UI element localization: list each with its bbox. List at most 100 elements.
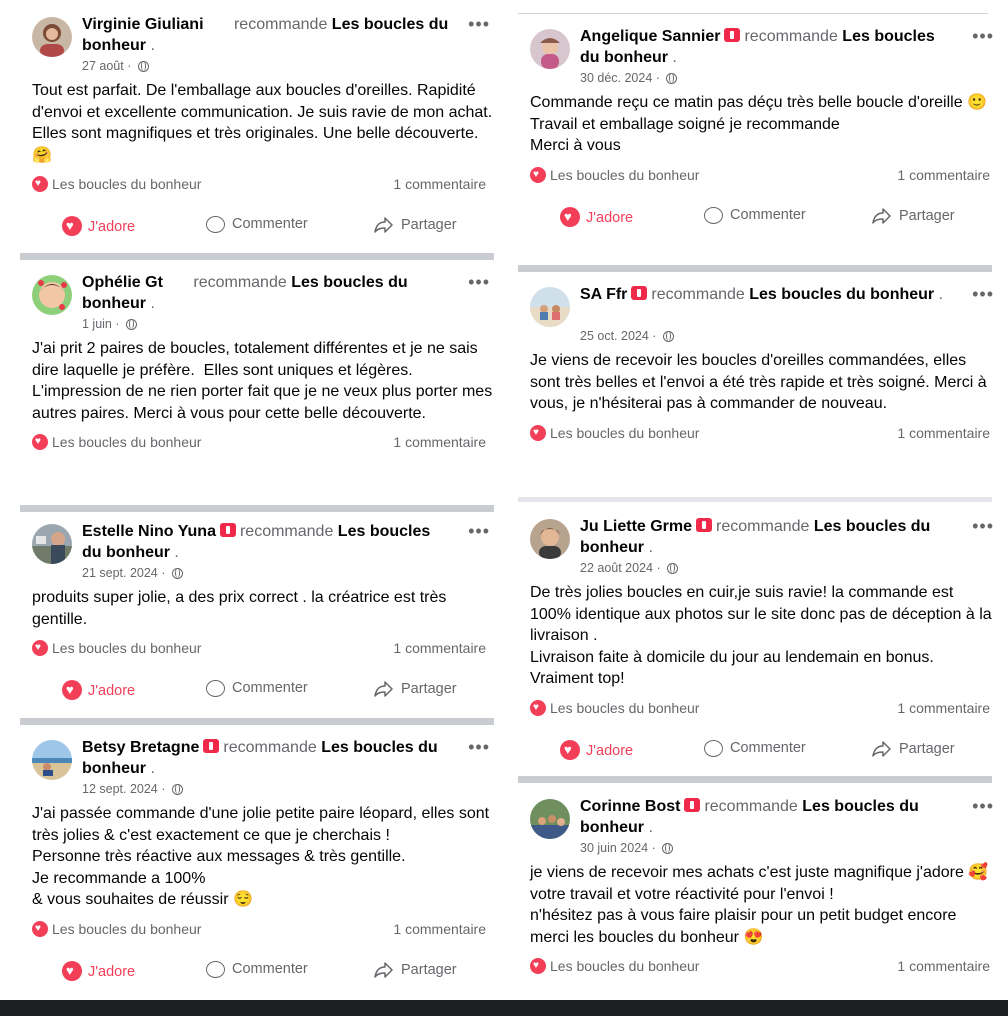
comment-button[interactable]: Commenter: [206, 960, 308, 978]
post-stats: Les boucles du bonheur 1 commentaire: [518, 699, 998, 720]
love-button[interactable]: J'adore: [560, 206, 633, 227]
share-button[interactable]: Partager: [872, 207, 955, 225]
author-name[interactable]: Estelle Nino Yuna: [82, 523, 216, 540]
post-stats: Les boucles du bonheur 1 commentaire: [518, 424, 998, 445]
author-name[interactable]: Corinne Bost: [580, 798, 680, 815]
post-title-line: Corinne Bost recommande Les boucles du bo…: [580, 798, 919, 836]
more-options-icon[interactable]: •••: [972, 285, 994, 303]
comment-count[interactable]: 1 commentaire: [897, 958, 990, 974]
recommends-text: recommande: [716, 518, 810, 535]
review-post: Virginie Giuliani recommande Les boucles…: [20, 14, 494, 248]
more-options-icon[interactable]: •••: [468, 273, 490, 291]
timestamp-link[interactable]: 22 août 2024: [580, 561, 653, 575]
reaction-page[interactable]: Les boucles du bonheur: [550, 958, 699, 974]
share-button[interactable]: Partager: [374, 961, 457, 979]
avatar[interactable]: [530, 519, 570, 559]
reaction-page[interactable]: Les boucles du bonheur: [52, 640, 201, 656]
love-button[interactable]: J'adore: [62, 680, 135, 700]
comment-label: Commenter: [232, 680, 308, 696]
post-title-line: Ju Liette Grme recommande Les boucles du …: [580, 518, 931, 556]
avatar[interactable]: [32, 17, 72, 57]
globe-icon: [667, 563, 679, 574]
comment-count[interactable]: 1 commentaire: [897, 425, 990, 441]
timestamp-link[interactable]: 1 juin: [82, 317, 112, 331]
comment-count[interactable]: 1 commentaire: [897, 700, 990, 716]
avatar[interactable]: [530, 287, 570, 327]
post-header: Ophélie Gt recommande Les boucles du bon…: [20, 272, 494, 331]
love-reaction-icon: [32, 920, 48, 937]
comment-button[interactable]: Commenter: [206, 216, 308, 233]
more-options-icon[interactable]: •••: [972, 797, 994, 815]
post-date: 25 oct. 2024 ·: [580, 329, 674, 343]
reaction-page[interactable]: Les boucles du bonheur: [550, 425, 699, 441]
post-date: 30 déc. 2024 ·: [580, 71, 678, 85]
comment-count[interactable]: 1 commentaire: [393, 921, 486, 937]
love-reaction-icon: [530, 424, 546, 441]
recommend-flag-icon: [696, 518, 713, 532]
share-button[interactable]: Partager: [872, 740, 955, 758]
share-button[interactable]: Partager: [374, 216, 457, 234]
comment-count[interactable]: 1 commentaire: [897, 167, 990, 183]
globe-icon: [666, 73, 678, 84]
recommend-flag-icon: [724, 28, 741, 42]
review-post: Ophélie Gt recommande Les boucles du bon…: [20, 272, 494, 454]
love-button[interactable]: J'adore: [62, 960, 135, 981]
recommends-text: recommande: [651, 286, 745, 303]
love-button[interactable]: J'adore: [62, 216, 135, 236]
comment-count[interactable]: 1 commentaire: [393, 434, 486, 450]
author-name[interactable]: Angelique Sannier: [580, 28, 720, 45]
post-title-line: SA Ffr recommande Les boucles du bonheur …: [580, 286, 944, 303]
reaction-page[interactable]: Les boucles du bonheur: [550, 700, 699, 716]
page-name-link[interactable]: Les boucles du bonheur: [749, 286, 934, 303]
timestamp-link[interactable]: 25 oct. 2024: [580, 329, 649, 343]
review-post: Betsy Bretagne recommande Les boucles du …: [20, 737, 494, 993]
avatar[interactable]: [530, 29, 570, 69]
share-label: Partager: [401, 961, 457, 978]
more-options-icon[interactable]: •••: [468, 738, 490, 756]
comment-count[interactable]: 1 commentaire: [393, 640, 486, 656]
author-name[interactable]: Virginie Giuliani: [82, 16, 204, 33]
timestamp-link[interactable]: 27 août: [82, 59, 124, 73]
more-options-icon[interactable]: •••: [972, 517, 994, 535]
reaction-page[interactable]: Les boucles du bonheur: [52, 176, 201, 192]
love-button[interactable]: J'adore: [560, 739, 633, 760]
recommend-flag-icon: [631, 286, 648, 300]
post-stats: Les boucles du bonheur 1 commentaire: [20, 920, 494, 941]
author-name[interactable]: SA Ffr: [580, 286, 627, 303]
comment-button[interactable]: Commenter: [704, 739, 806, 757]
author-name[interactable]: Betsy Bretagne: [82, 739, 199, 756]
author-name[interactable]: Ophélie Gt: [82, 274, 163, 291]
avatar[interactable]: [32, 524, 72, 564]
comment-count[interactable]: 1 commentaire: [393, 176, 486, 192]
avatar[interactable]: [32, 275, 72, 315]
post-date: 22 août 2024 ·: [580, 561, 679, 575]
heart-icon: [560, 206, 580, 227]
comment-icon: [206, 960, 225, 978]
author-name[interactable]: Ju Liette Grme: [580, 518, 692, 535]
more-options-icon[interactable]: •••: [972, 27, 994, 45]
timestamp-link[interactable]: 30 juin 2024: [580, 841, 648, 855]
post-text: Je viens de recevoir les boucles d'oreil…: [530, 352, 992, 412]
reaction-page[interactable]: Les boucles du bonheur: [550, 167, 699, 183]
avatar[interactable]: [32, 740, 72, 780]
reaction-page[interactable]: Les boucles du bonheur: [52, 921, 201, 937]
recommend-flag-icon: [203, 739, 220, 753]
left-column: Virginie Giuliani recommande Les boucles…: [0, 0, 500, 1000]
comment-button[interactable]: Commenter: [206, 680, 308, 697]
review-post: Angelique Sannier recommande Les boucles …: [518, 26, 998, 239]
timestamp-link[interactable]: 12 sept. 2024: [82, 782, 158, 796]
more-options-icon[interactable]: •••: [468, 15, 490, 33]
timestamp-link[interactable]: 30 déc. 2024: [580, 71, 652, 85]
avatar[interactable]: [530, 799, 570, 839]
comment-button[interactable]: Commenter: [704, 206, 806, 224]
post-date: 12 sept. 2024 ·: [82, 782, 183, 796]
timestamp-link[interactable]: 21 sept. 2024: [82, 566, 158, 580]
post-header: Estelle Nino Yuna recommande Les boucles …: [20, 521, 494, 580]
more-options-icon[interactable]: •••: [468, 522, 490, 540]
reaction-page[interactable]: Les boucles du bonheur: [52, 434, 201, 450]
globe-icon: [662, 843, 674, 854]
heart-icon: [560, 739, 580, 760]
post-stats: Les boucles du bonheur 1 commentaire: [518, 166, 998, 187]
share-button[interactable]: Partager: [374, 680, 457, 698]
recommend-flag-icon: [684, 798, 701, 812]
